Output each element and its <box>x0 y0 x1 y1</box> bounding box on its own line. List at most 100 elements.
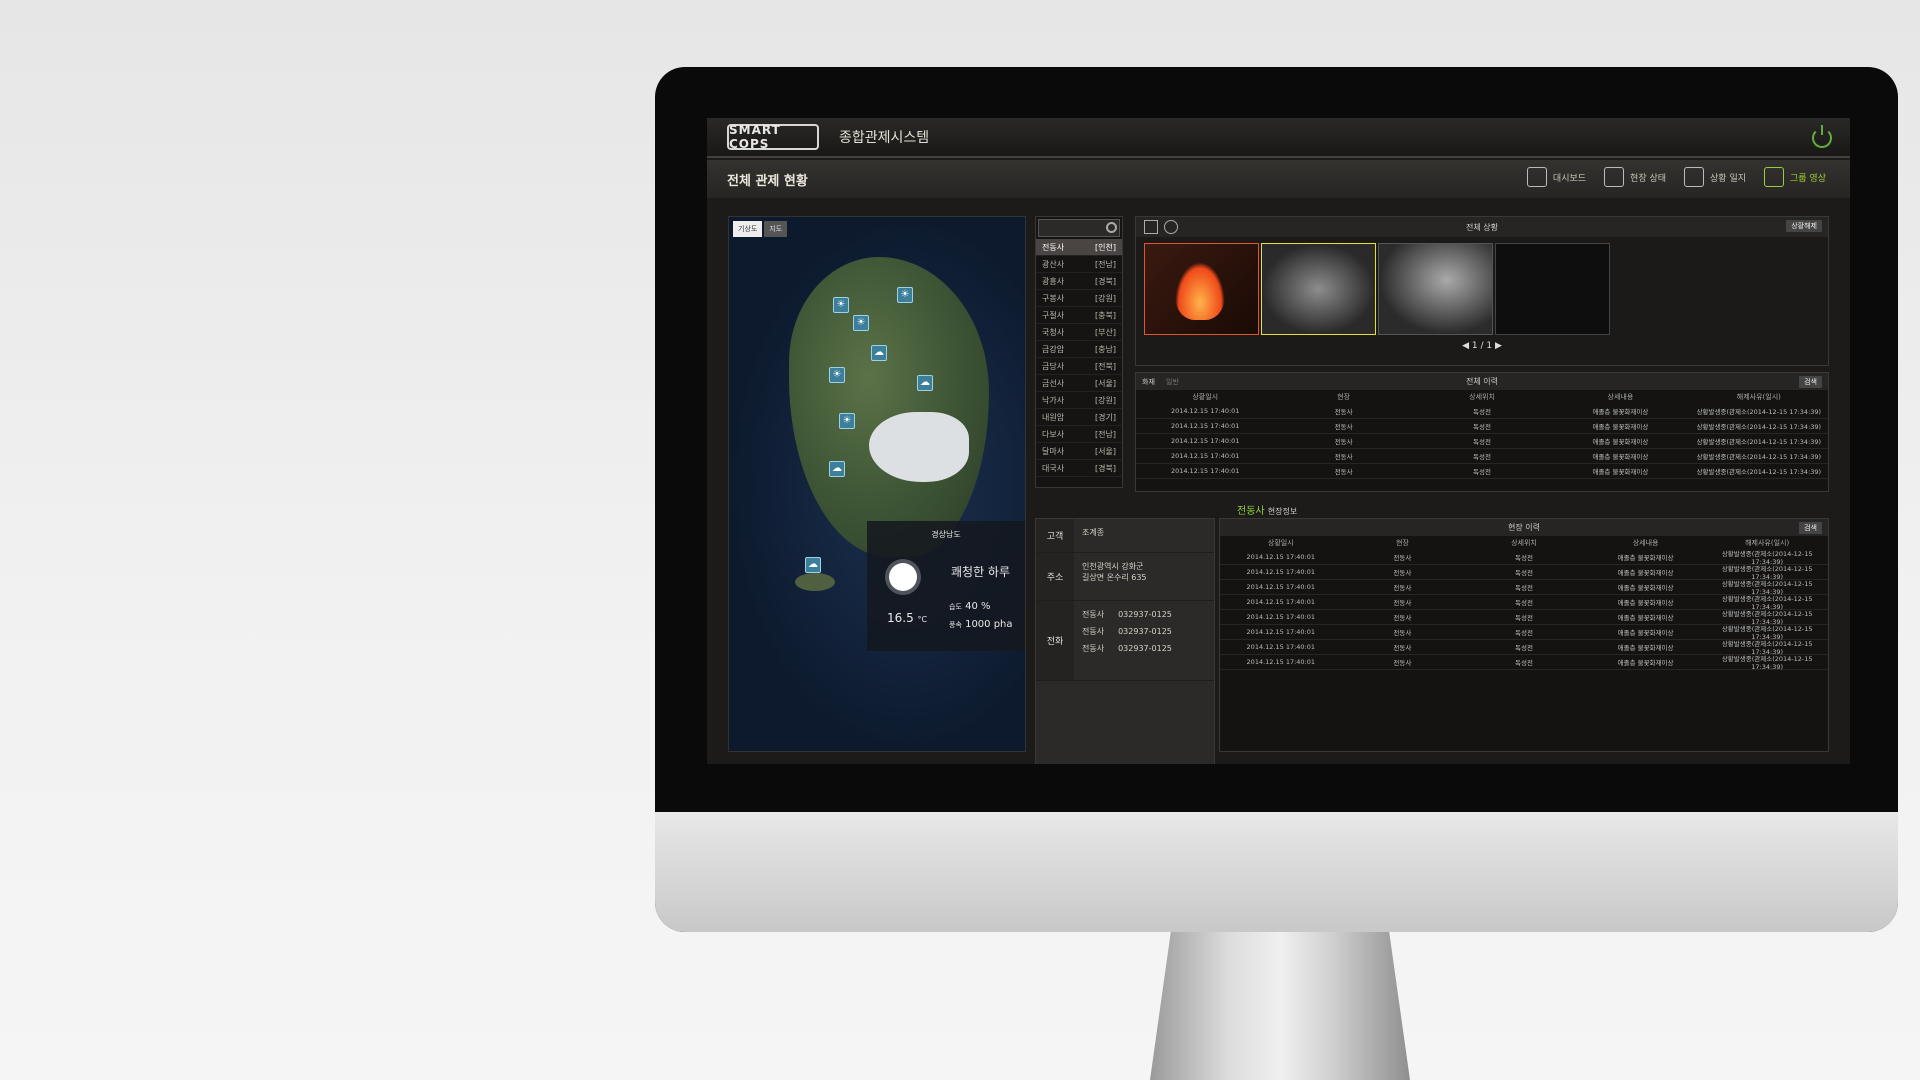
table-row[interactable]: 2014.12.15 17:40:01 전동사 독성전 애졸층 불꽃화재이상 상황발생중… <box>1220 655 1828 671</box>
site-history-search-button[interactable]: 검색 <box>1799 522 1822 534</box>
top-nav: 대시보드 현장 상태 상황 일지 그룹 영상 <box>1526 167 1826 187</box>
list-item-selected[interactable]: 전동사 [인천] <box>1036 239 1122 256</box>
tab-map[interactable]: 지도 <box>764 221 788 237</box>
cctv-feed[interactable] <box>1261 243 1376 335</box>
phone-site: 전동사 <box>1082 627 1105 636</box>
weather-location: 경상남도 <box>931 530 961 539</box>
table-cell: 애졸층 불꽃화재이상 <box>1617 599 1674 607</box>
history-header: 화재 일반 전체 이력 검색 <box>1136 373 1828 390</box>
search-icon[interactable] <box>1106 222 1117 233</box>
list-item[interactable]: 금강암 [충남] <box>1036 341 1122 358</box>
table-row[interactable]: 2014.12.15 17:40:01 전동사 독성전 애졸층 불꽃화재이상 상황발생중… <box>1136 464 1828 479</box>
table-cell: 애졸층 불꽃화재이상 <box>1592 453 1649 461</box>
table-cell: 독성전 <box>1515 614 1533 622</box>
nav-group-video[interactable]: 그룹 영상 <box>1764 167 1826 187</box>
list-item[interactable]: 내원암 [경기] <box>1036 409 1122 426</box>
site-info-card: 고객 조계종 주소 인천광역시 강화군 길상면 온수리 635 전화 전동사 032937… <box>1035 518 1215 764</box>
list-item[interactable]: 달마사 [서울] <box>1036 443 1122 460</box>
empty-feed <box>1495 243 1610 335</box>
table-cell: 애졸층 불꽃화재이상 <box>1592 438 1649 446</box>
flame-icon <box>1175 262 1225 320</box>
list-item[interactable]: 금당사 [전북] <box>1036 358 1122 375</box>
sun-icon[interactable]: ☀ <box>839 413 855 429</box>
title-bar: SMART COPS 종합관제시스템 <box>707 118 1850 158</box>
tab-fire[interactable]: 화재 <box>1142 377 1155 387</box>
column-header: 해제사유(일시) <box>1736 393 1781 401</box>
nav-log[interactable]: 상황 일지 <box>1684 167 1746 187</box>
nav-dashboard[interactable]: 대시보드 <box>1526 167 1586 187</box>
table-row[interactable]: 2014.12.15 17:40:01 전동사 독성전 애졸층 불꽃화재이상 상황발생중… <box>1136 404 1828 419</box>
cctv-feed[interactable] <box>1378 243 1493 335</box>
site-name: 광흥사 <box>1042 277 1065 286</box>
sun-icon[interactable]: ☀ <box>853 315 869 331</box>
table-row[interactable]: 2014.12.15 17:40:01 전동사 독성전 애졸층 불꽃화재이상 상황발생중… <box>1136 434 1828 449</box>
list-item[interactable]: 구절사 [충북] <box>1036 307 1122 324</box>
tab-weather-map[interactable]: 기상도 <box>733 221 763 237</box>
sun-icon[interactable]: ☀ <box>897 287 913 303</box>
table-cell: 전동사 <box>1393 659 1412 667</box>
table-row[interactable]: 2014.12.15 17:40:01 전동사 독성전 애졸층 불꽃화재이상 상황발생중… <box>1136 419 1828 434</box>
list-item[interactable]: 낙가사 [강원] <box>1036 392 1122 409</box>
table-cell: 독성전 <box>1473 408 1491 416</box>
cloud-icon[interactable]: ☁ <box>805 557 821 573</box>
table-cell: 상황발생중(관제소(2014-12-15 17:34:39) <box>1721 655 1813 671</box>
site-history-header: 현장 이력 검색 <box>1220 519 1828 536</box>
site-search-input[interactable] <box>1038 219 1120 237</box>
site-status-icon <box>1604 167 1625 187</box>
weather-map[interactable]: 기상도 지도 ☀ ☀ ☀ ☁ ☀ ☁ ☀ ☁ ☁ 경상남도 쾌청한 하루 16.… <box>728 216 1026 752</box>
site-name: 달마사 <box>1042 447 1065 456</box>
table-cell: 애졸층 불꽃화재이상 <box>1617 629 1674 637</box>
list-item[interactable]: 광산사 [전남] <box>1036 256 1122 273</box>
temperature: 16.5 °C <box>887 611 928 625</box>
release-button[interactable]: 상황해제 <box>1786 220 1822 232</box>
camera-grid <box>1144 243 1820 335</box>
history-search-button[interactable]: 검색 <box>1799 376 1822 388</box>
list-item[interactable]: 금선사 [서울] <box>1036 375 1122 392</box>
nav-site-status[interactable]: 현장 상태 <box>1604 167 1666 187</box>
sun-icon[interactable]: ☀ <box>833 297 849 313</box>
monitor-stand <box>1150 932 1410 1080</box>
table-cell: 상황발생중(관제소(2014-12-15 17:34:39) <box>1696 408 1822 416</box>
list-item[interactable]: 다보사 [전남] <box>1036 426 1122 443</box>
column-header: 현장 <box>1337 393 1351 401</box>
list-item[interactable]: 국청사 [부산] <box>1036 324 1122 341</box>
camera-pager: ◀ 1 / 1 ▶ <box>1462 341 1502 351</box>
table-cell: 전동사 <box>1393 569 1412 577</box>
table-cell: 전동사 <box>1393 584 1412 592</box>
cloud-icon[interactable]: ☁ <box>917 375 933 391</box>
table-cell: 전동사 <box>1393 614 1412 622</box>
table-cell: 독성전 <box>1515 584 1533 592</box>
cloud-icon[interactable]: ☁ <box>871 345 887 361</box>
phone-entry: 전동사 032937-0125 <box>1082 626 1206 637</box>
camera-icon <box>1764 167 1785 187</box>
site-region: [충북] <box>1095 311 1116 320</box>
table-cell: 상황발생중(관제소(2014-12-15 17:34:39) <box>1696 423 1822 431</box>
table-cell: 애졸층 불꽃화재이상 <box>1592 468 1649 476</box>
table-cell: 애졸층 불꽃화재이상 <box>1617 554 1674 562</box>
sun-icon[interactable]: ☀ <box>829 367 845 383</box>
alarm-icon[interactable] <box>1144 220 1158 234</box>
phone-number: 032937-0125 <box>1118 644 1172 653</box>
table-row[interactable]: 2014.12.15 17:40:01 전동사 독성전 애졸층 불꽃화재이상 상황발생중… <box>1136 449 1828 464</box>
tab-general[interactable]: 일반 <box>1166 377 1179 387</box>
table-cell: 상황발생중(관제소(2014-12-15 17:34:39) <box>1696 468 1822 476</box>
column-header: 상세위치 <box>1511 539 1537 547</box>
site-name: 광산사 <box>1042 260 1065 269</box>
table-cell: 애졸층 불꽃화재이상 <box>1617 644 1674 652</box>
history-columns: 상황일시 현장 상세위치 상세내용 해제사유(일시) <box>1136 390 1828 404</box>
list-item[interactable]: 구봉사 [강원] <box>1036 290 1122 307</box>
table-cell: 독성전 <box>1515 644 1533 652</box>
phone-entry: 전동사 032937-0125 <box>1082 609 1206 620</box>
power-icon[interactable] <box>1812 125 1832 148</box>
site-region: [부산] <box>1095 328 1116 337</box>
selected-region[interactable] <box>869 412 969 482</box>
cloud-icon[interactable]: ☁ <box>829 461 845 477</box>
list-item[interactable]: 광흥사 [경북] <box>1036 273 1122 290</box>
list-item[interactable]: 대국사 [경북] <box>1036 460 1122 477</box>
table-cell: 전동사 <box>1334 438 1353 446</box>
monitor-chin <box>655 812 1898 932</box>
site-region: [경북] <box>1095 464 1116 473</box>
column-header: 해제사유(일시) <box>1745 539 1790 547</box>
fire-alert-feed[interactable] <box>1144 243 1259 335</box>
block-icon[interactable] <box>1164 220 1178 234</box>
